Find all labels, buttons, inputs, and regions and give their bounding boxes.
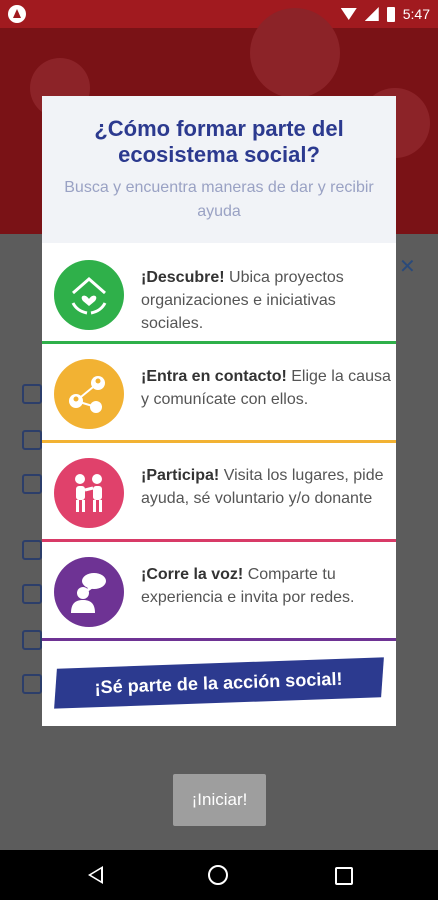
item-divider (42, 638, 396, 641)
recent-apps-icon[interactable] (335, 867, 353, 885)
status-bar: 5:47 (0, 0, 438, 28)
item-text: ¡Entra en contacto! Elige la causa y com… (141, 365, 391, 411)
list-item: ¡Participa! Visita los lugares, pide ayu… (42, 446, 396, 542)
item-divider (42, 440, 396, 443)
speech-bubble-person-icon (50, 553, 128, 631)
close-icon[interactable]: ✕ (399, 254, 416, 279)
battery-icon (386, 6, 395, 22)
list-item: ¡Corre la voz! Comparte tu experiencia e… (42, 545, 396, 641)
item-heading: ¡Participa! (141, 467, 220, 484)
status-time: 5:47 (402, 6, 430, 22)
item-divider (42, 341, 396, 344)
wifi-icon (340, 8, 357, 20)
home-icon[interactable] (208, 865, 228, 885)
item-divider (42, 539, 396, 542)
people-interacting-icon (50, 454, 128, 532)
dialog-title: ¿Cómo formar parte del ecosistema social… (94, 116, 344, 167)
item-text: ¡Participa! Visita los lugares, pide ayu… (141, 464, 391, 510)
house-heart-hands-icon (50, 256, 128, 334)
item-text: ¡Descubre! Ubica proyectos organizacione… (141, 266, 391, 335)
item-heading: ¡Entra en contacto! (141, 368, 287, 385)
signal-icon (364, 7, 379, 21)
item-text: ¡Corre la voz! Comparte tu experiencia e… (141, 563, 391, 609)
dialog-subtitle: Busca y encuentra maneras de dar y recib… (64, 179, 374, 220)
call-to-action-banner: ¡Sé parte de la acción social! (54, 657, 384, 709)
app-notification-icon (8, 5, 26, 23)
network-people-icon (50, 355, 128, 433)
navigation-bar (0, 850, 438, 900)
status-icons: 5:47 (340, 6, 430, 22)
list-item: ¡Descubre! Ubica proyectos organizacione… (42, 248, 396, 344)
onboarding-dialog: ¿Cómo formar parte del ecosistema social… (42, 96, 396, 726)
back-icon[interactable] (88, 866, 103, 884)
item-heading: ¡Corre la voz! (141, 566, 244, 583)
banner-text: ¡Sé parte de la acción social! (94, 668, 344, 697)
item-heading: ¡Descubre! (141, 269, 225, 286)
start-button[interactable]: ¡Iniciar! (173, 774, 266, 826)
list-item: ¡Entra en contacto! Elige la causa y com… (42, 347, 396, 443)
